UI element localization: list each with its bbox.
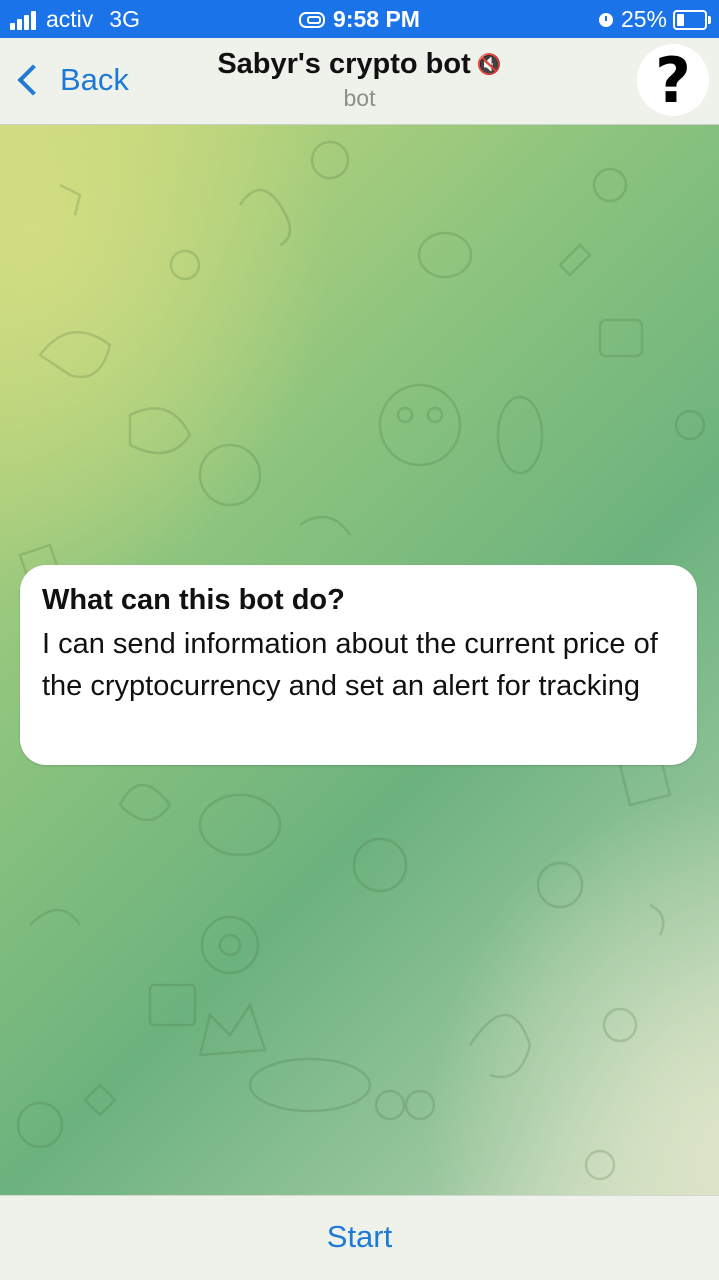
- bot-avatar[interactable]: ?: [637, 44, 709, 117]
- chat-background: What can this bot do? I can send informa…: [0, 125, 719, 1195]
- card-text: I can send information about the current…: [42, 628, 658, 702]
- link-icon: [299, 11, 326, 28]
- chat-title: Sabyr's crypto bot: [217, 48, 471, 80]
- card-title: What can this bot do?: [42, 584, 345, 616]
- battery-fill: [677, 13, 684, 26]
- chat-subtitle: bot: [343, 85, 376, 111]
- battery-percent: 25%: [620, 6, 667, 32]
- status-bar: activ 3G 9:58 PM 25%: [0, 0, 719, 38]
- battery-icon: [673, 9, 711, 30]
- chat-title-block[interactable]: Sabyr's crypto bot 🔇 bot: [140, 48, 579, 112]
- chat-header: Back Sabyr's crypto bot 🔇 bot ?: [0, 38, 719, 125]
- mute-icon: 🔇: [476, 54, 502, 76]
- start-button[interactable]: Start: [327, 1219, 392, 1255]
- bottom-bar: Start: [0, 1195, 719, 1280]
- back-label: Back: [60, 62, 129, 97]
- alarm-icon: [598, 12, 613, 27]
- chevron-left-icon: [17, 64, 49, 96]
- back-button[interactable]: Back: [12, 56, 129, 104]
- status-time: 9:58 PM: [333, 6, 420, 32]
- bot-description-card: What can this bot do? I can send informa…: [20, 565, 697, 765]
- status-right: 25%: [598, 6, 711, 33]
